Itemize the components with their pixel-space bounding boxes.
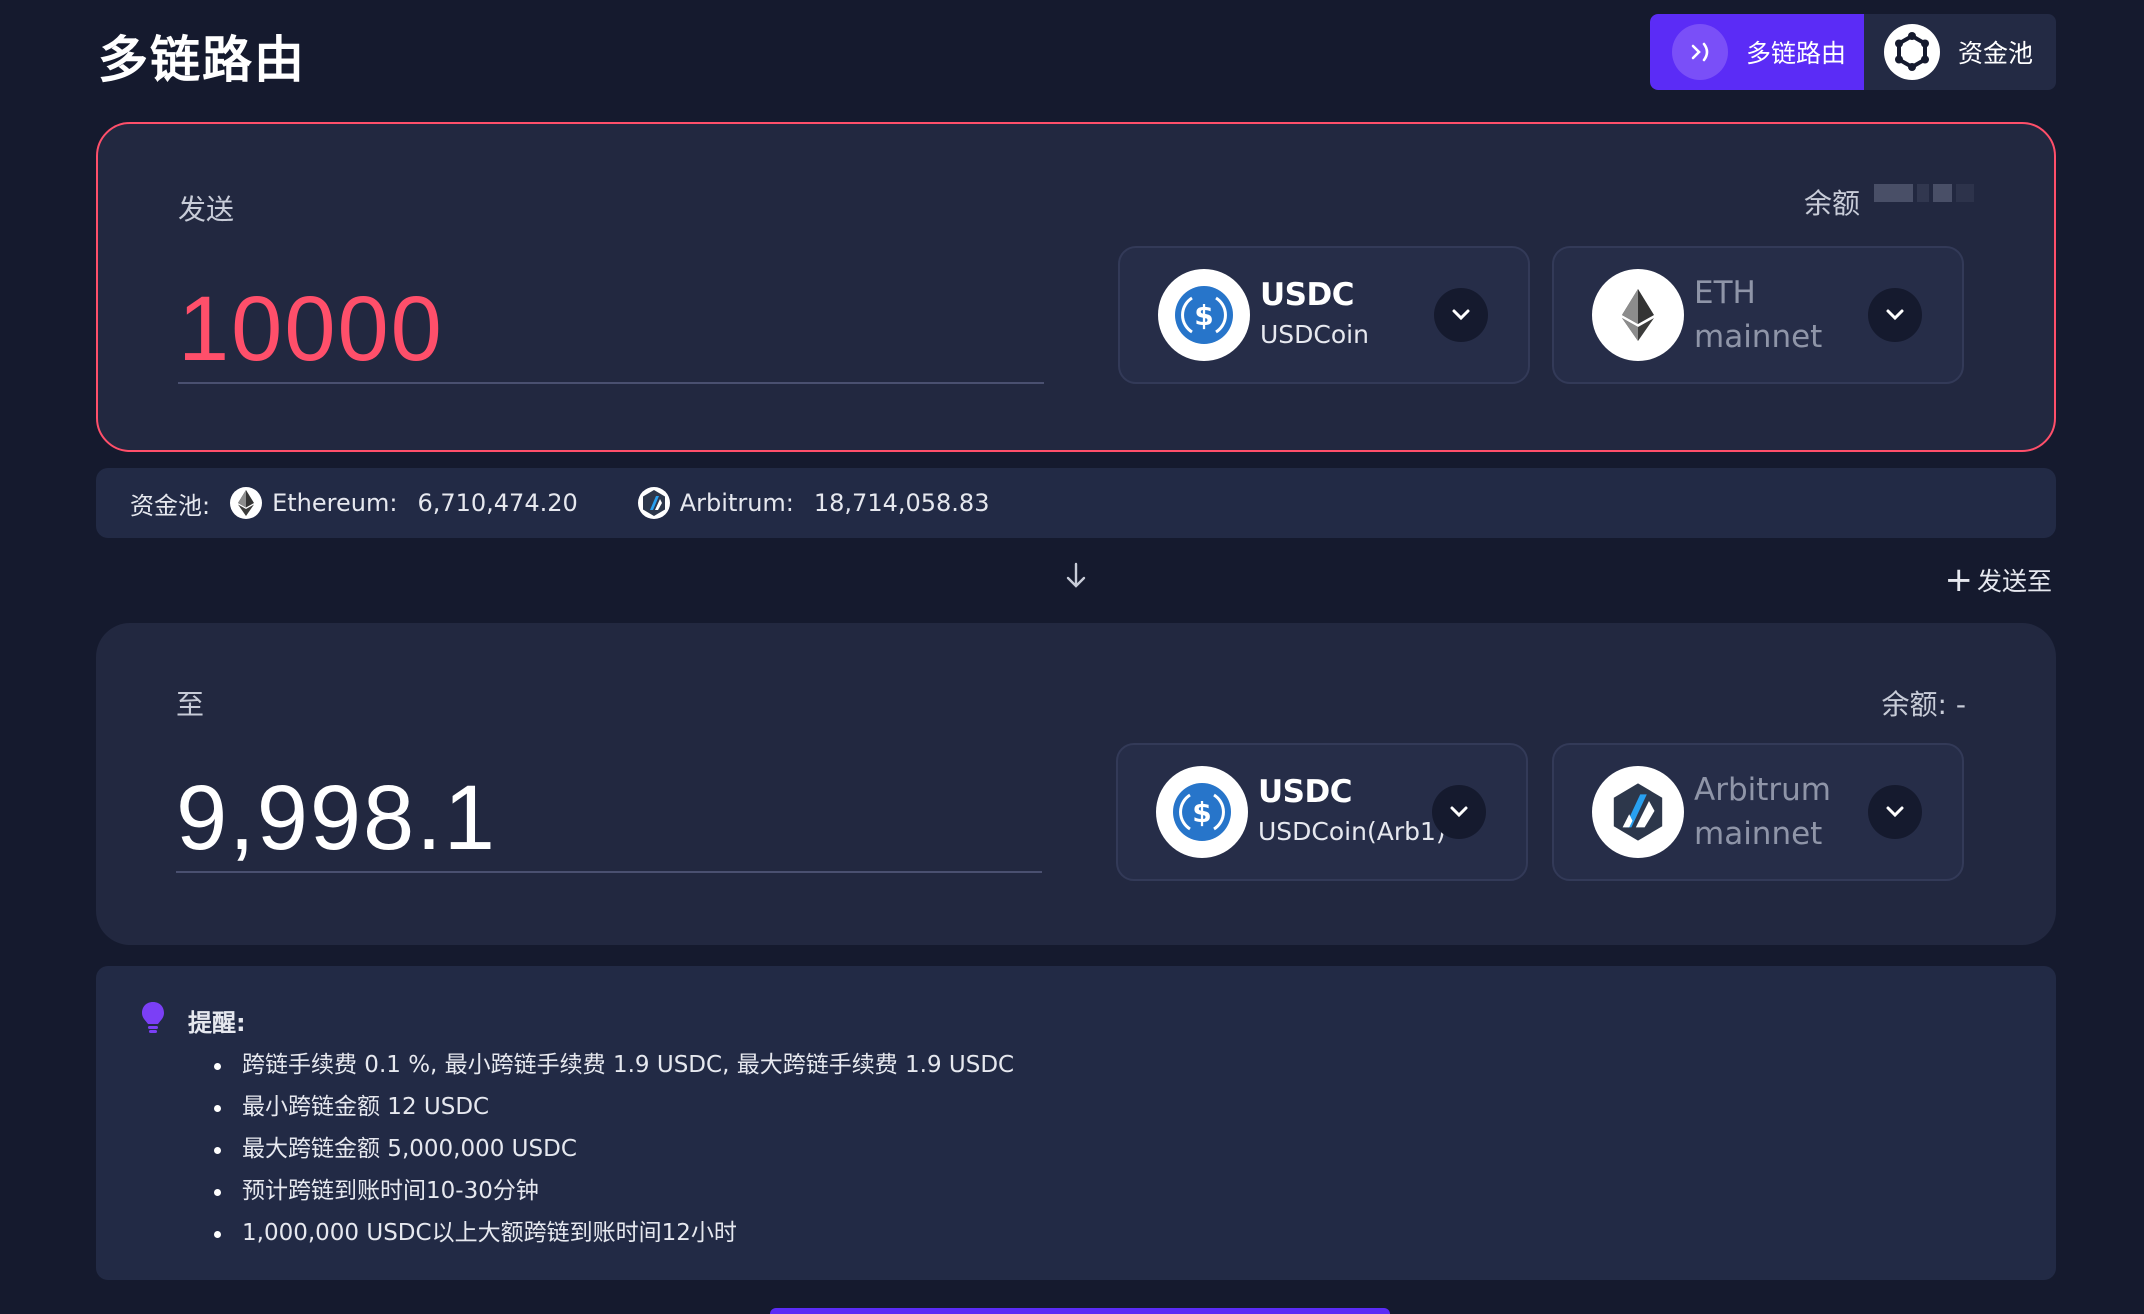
pool-icon — [1884, 24, 1940, 80]
nav-tab-route[interactable]: 多链路由 — [1650, 14, 1864, 90]
send-token-symbol: USDC — [1260, 277, 1354, 313]
send-chain-name: ETH — [1694, 275, 1756, 311]
balance-hidden-value — [1874, 184, 1974, 220]
arbitrum-icon — [1592, 766, 1684, 858]
receive-amount: 9,998.1 — [176, 763, 1042, 873]
add-send-to-button[interactable]: + 发送至 — [1944, 562, 2052, 598]
list-item: 跨链手续费 0.1 %, 最小跨链手续费 1.9 USDC, 最大跨链手续费 1… — [214, 1044, 2056, 1086]
pool-value-arbitrum: 18,714,058.83 — [813, 489, 990, 517]
route-icon — [1672, 24, 1728, 80]
pool-chain-arbitrum: Arbitrum: — [679, 489, 794, 517]
send-token-name: USDCoin — [1260, 320, 1369, 349]
nav-tab-route-label: 多链路由 — [1746, 39, 1847, 68]
send-card: 发送 余额 10000 $ USDC USDCoin ETH mainnet — [96, 122, 2056, 452]
submit-button-edge[interactable] — [770, 1308, 1390, 1314]
ethereum-icon — [1592, 269, 1684, 361]
send-balance: 余额 — [1804, 182, 1974, 222]
pool-label: 资金池: — [130, 491, 211, 520]
list-item: 最小跨链金额 12 USDC — [214, 1086, 2056, 1128]
swap-direction-icon[interactable] — [1064, 560, 1088, 596]
receive-card: 至 余额: - 9,998.1 $ USDC USDCoin(Arb1) Arb… — [96, 623, 2056, 945]
receive-balance: 余额: - — [1881, 688, 1966, 721]
list-item: 最大跨链金额 5,000,000 USDC — [214, 1128, 2056, 1170]
ethereum-icon — [230, 487, 263, 519]
usdc-icon: $ — [1158, 269, 1250, 361]
chevron-down-icon — [1868, 288, 1922, 342]
tips-panel: 提醒: 跨链手续费 0.1 %, 最小跨链手续费 1.9 USDC, 最大跨链手… — [96, 966, 2056, 1280]
nav-tab-pool[interactable]: 资金池 — [1864, 14, 2056, 90]
send-amount-input[interactable]: 10000 — [178, 274, 1044, 384]
arbitrum-icon — [637, 487, 670, 519]
send-to-label: 发送至 — [1976, 567, 2052, 596]
send-label: 发送 — [178, 193, 235, 226]
tips-title: 提醒: — [188, 1008, 246, 1037]
receive-chain-selector[interactable]: Arbitrum mainnet — [1552, 743, 1964, 881]
top-nav: 多链路由 资金池 — [1650, 14, 2056, 90]
receive-token-selector[interactable]: $ USDC USDCoin(Arb1) — [1116, 743, 1528, 881]
pool-summary-bar: 资金池: Ethereum: 6,710,474.20 Arbitrum: 18… — [96, 468, 2056, 538]
receive-chain-network: mainnet — [1694, 816, 1823, 852]
tips-list: 跨链手续费 0.1 %, 最小跨链手续费 1.9 USDC, 最大跨链手续费 1… — [214, 1044, 2056, 1254]
list-item: 预计跨链到账时间10-30分钟 — [214, 1170, 2056, 1212]
svg-text:$: $ — [1194, 299, 1213, 332]
chevron-down-icon — [1434, 288, 1488, 342]
list-item: 1,000,000 USDC以上大额跨链到账时间12小时 — [214, 1212, 2056, 1254]
send-balance-label: 余额 — [1803, 187, 1860, 220]
pool-value-ethereum: 6,710,474.20 — [417, 489, 578, 517]
lightbulb-icon — [140, 1000, 166, 1040]
send-chain-selector[interactable]: ETH mainnet — [1552, 246, 1964, 384]
receive-label: 至 — [176, 688, 205, 721]
chevron-down-icon — [1868, 785, 1922, 839]
send-chain-network: mainnet — [1694, 319, 1823, 355]
send-token-selector[interactable]: $ USDC USDCoin — [1118, 246, 1530, 384]
plus-icon: + — [1944, 560, 1973, 600]
receive-token-symbol: USDC — [1258, 774, 1352, 810]
usdc-icon: $ — [1156, 766, 1248, 858]
nav-tab-pool-label: 资金池 — [1958, 39, 2034, 68]
receive-chain-name: Arbitrum — [1694, 772, 1831, 808]
receive-token-name: USDCoin(Arb1) — [1258, 817, 1446, 846]
pool-chain-ethereum: Ethereum: — [272, 489, 398, 517]
page-title: 多链路由 — [98, 31, 306, 89]
svg-text:$: $ — [1192, 796, 1211, 829]
chevron-down-icon — [1432, 785, 1486, 839]
